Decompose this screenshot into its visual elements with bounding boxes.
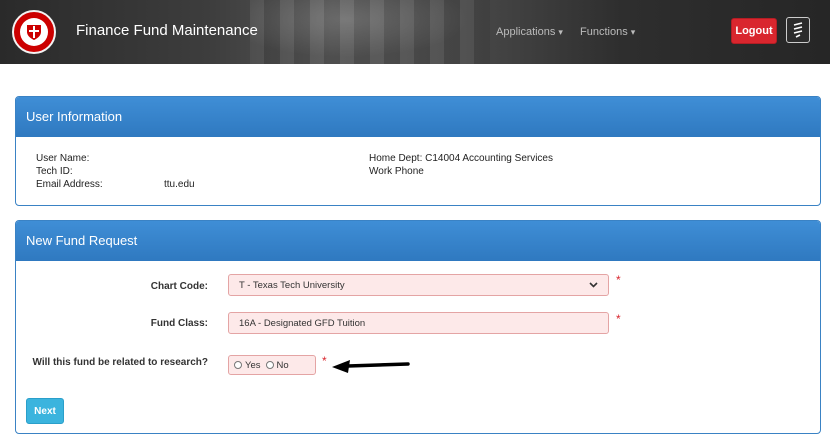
research-yes-radio[interactable]	[234, 361, 242, 369]
work-phone-label: Work Phone	[369, 166, 424, 177]
chart-code-label: Chart Code:	[150, 281, 208, 292]
research-question-label: Will this fund be related to research?	[32, 357, 209, 368]
annotation-arrow-icon	[332, 360, 410, 373]
tech-id-label: Tech ID:	[36, 166, 73, 177]
required-marker: *	[616, 273, 621, 287]
nav-functions-menu[interactable]: Functions ▾	[580, 26, 635, 38]
user-name-label: User Name:	[36, 153, 90, 164]
email-address-label: Email Address:	[36, 179, 103, 190]
research-no-radio[interactable]	[265, 361, 274, 369]
email-address-value: ttu.edu	[164, 179, 195, 190]
home-dept-value: Home Dept: C14004 Accounting Services	[369, 153, 553, 164]
nav-applications-menu[interactable]: Applications ▾	[496, 26, 563, 38]
next-button[interactable]: Next	[26, 398, 64, 424]
new-fund-request-title: New Fund Request	[16, 221, 820, 261]
required-marker: *	[322, 354, 327, 368]
app-title: Finance Fund Maintenance	[76, 22, 258, 39]
university-seal-logo[interactable]	[12, 10, 56, 54]
chevron-down-icon: ▾	[630, 27, 636, 37]
nav-functions-label: Functions	[580, 26, 628, 38]
research-yes-label[interactable]: Yes	[245, 360, 261, 371]
menu-toggle-button[interactable]	[786, 17, 810, 43]
menu-lines-icon	[793, 22, 803, 38]
chevron-down-icon	[589, 280, 598, 292]
logout-button[interactable]: Logout	[731, 18, 777, 44]
chart-code-selected-value: T - Texas Tech University	[239, 279, 345, 291]
top-navbar: Finance Fund Maintenance Applications ▾ F…	[0, 0, 830, 64]
required-marker: *	[616, 312, 621, 326]
user-information-panel: User Information User Name: Tech ID: Ema…	[15, 96, 821, 206]
chevron-down-icon: ▾	[558, 27, 563, 37]
fund-class-input[interactable]: 16A - Designated GFD Tuition	[228, 312, 609, 334]
research-no-label[interactable]: No	[277, 360, 289, 371]
fund-class-label: Fund Class:	[150, 318, 208, 329]
nav-applications-label: Applications	[496, 26, 556, 38]
chart-code-select[interactable]: T - Texas Tech University	[228, 274, 609, 296]
new-fund-request-panel: New Fund Request Chart Code: T - Texas T…	[15, 220, 821, 434]
research-radio-group: Yes No	[228, 355, 316, 375]
seal-emblem-icon	[20, 18, 48, 46]
header-background-image	[250, 0, 490, 64]
fund-class-value: 16A - Designated GFD Tuition	[239, 317, 366, 329]
user-information-title: User Information	[16, 97, 820, 137]
